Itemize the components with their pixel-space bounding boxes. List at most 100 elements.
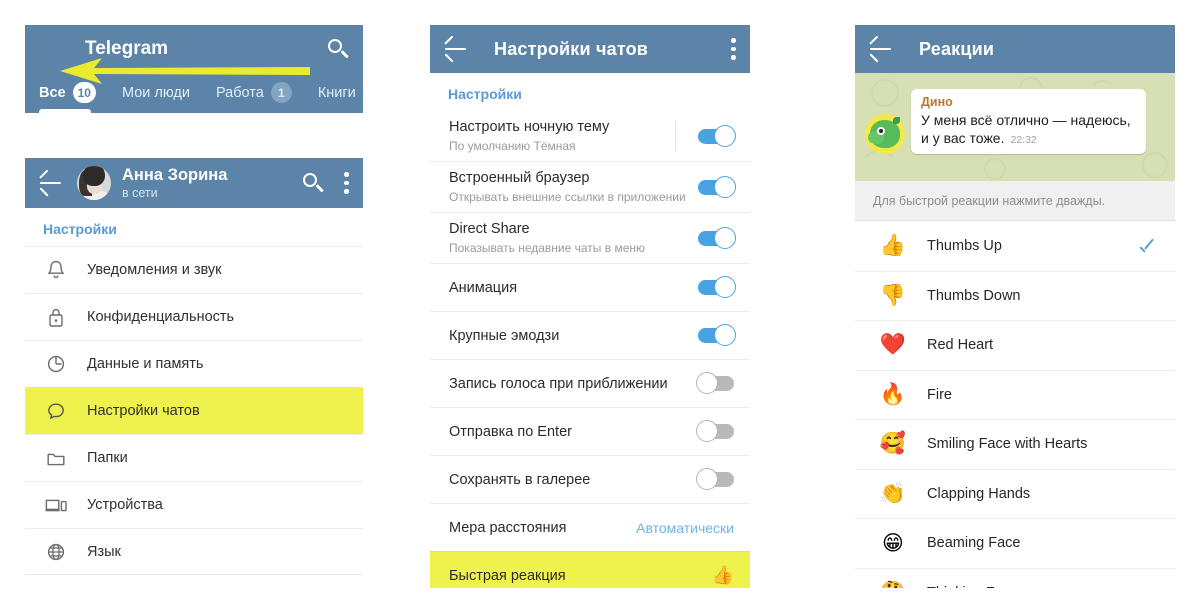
setting-title: Настроить ночную тему <box>449 119 610 135</box>
setting-row-send-by-enter[interactable]: Отправка по Enter <box>430 407 750 456</box>
setting-row-night-theme[interactable]: Настроить ночную тему По умолчанию Тёмна… <box>430 111 750 162</box>
globe-icon <box>43 539 69 565</box>
sidebar-item-language[interactable]: Язык <box>25 528 363 574</box>
app-title: Telegram <box>85 38 169 59</box>
screenshot-root: Telegram Все 10 Мои люди Работа 1 Книги <box>0 0 1200 600</box>
sidebar-item-label: Уведомления и звук <box>87 262 222 278</box>
thumbs-up-icon: 👍 <box>711 565 734 586</box>
toggle-inapp-browser[interactable] <box>698 175 736 198</box>
smiling-face-with-hearts-icon: 🥰 <box>879 432 907 456</box>
reaction-label: Fire <box>927 386 952 403</box>
sidebar-item-notifications[interactable]: Уведомления и звук <box>25 246 363 293</box>
profile-status: в сети <box>122 185 158 200</box>
toggle-raise-to-speak[interactable] <box>696 372 734 395</box>
sidebar-item-folders[interactable]: Папки <box>25 434 363 481</box>
chat-settings-panel: Настройки чатов Настройки Настроить ночн… <box>430 25 750 588</box>
setting-row-raise-to-speak[interactable]: Запись голоса при приближении <box>430 359 750 408</box>
setting-row-animation[interactable]: Анимация <box>430 263 750 312</box>
reaction-row-red-heart[interactable]: ❤️ Red Heart <box>855 320 1175 370</box>
sidebar-item-label: Настройки чатов <box>87 403 200 419</box>
tab-all[interactable]: Все 10 <box>39 73 96 107</box>
reaction-label: Beaming Face <box>927 535 1021 552</box>
setting-row-save-to-gallery[interactable]: Сохранять в галерее <box>430 455 750 504</box>
sidebar-item-label: Данные и память <box>87 356 204 372</box>
setting-title: Быстрая реакция <box>449 567 566 584</box>
back-arrow-icon[interactable] <box>869 35 893 64</box>
toggle-large-emoji[interactable] <box>698 324 736 347</box>
reaction-row-thumbs-up[interactable]: 👍 Thumbs Up <box>855 221 1175 271</box>
sidebar-item-label: Конфиденциальность <box>87 309 235 325</box>
tab-work[interactable]: Работа 1 <box>216 73 292 107</box>
sidebar-item-chat-settings[interactable]: Настройки чатов <box>25 387 363 434</box>
avatar[interactable] <box>77 166 111 200</box>
kebab-menu-icon[interactable] <box>731 38 736 60</box>
search-icon[interactable] <box>327 38 349 60</box>
setting-row-inapp-browser[interactable]: Встроенный браузер Открывать внешние ссы… <box>430 161 750 213</box>
reaction-row-fire[interactable]: 🔥 Fire <box>855 369 1175 419</box>
bell-icon <box>43 257 69 283</box>
tab-label: Книги <box>317 84 356 101</box>
profile-settings-panel: Анна Зорина в сети Настройки Уведомления… <box>25 158 363 575</box>
setting-row-direct-share[interactable]: Direct Share Показывать недавние чаты в … <box>430 212 750 264</box>
kebab-menu-icon[interactable] <box>344 172 349 194</box>
toggle-direct-share[interactable] <box>698 226 736 249</box>
thumbs-up-icon: 👍 <box>879 233 907 257</box>
reaction-label: Clapping Hands <box>927 485 1031 502</box>
setting-title: Крупные эмодзи <box>449 327 560 344</box>
setting-title: Анимация <box>449 279 518 296</box>
tab-badge: 1 <box>270 82 292 103</box>
tab-label: Работа <box>215 84 264 101</box>
toggle-send-by-enter[interactable] <box>696 420 734 443</box>
toggle-night-theme[interactable] <box>698 124 736 147</box>
tab-label: Все <box>39 84 66 101</box>
devices-icon <box>43 492 69 518</box>
toggle-save-to-gallery[interactable] <box>696 468 734 491</box>
reaction-label: Smiling Face with Hearts <box>927 436 1088 453</box>
back-arrow-icon[interactable] <box>39 169 63 198</box>
red-heart-icon: ❤️ <box>879 333 907 357</box>
setting-row-distance-units[interactable]: Мера расстояния Автоматически <box>430 503 750 552</box>
profile-name: Анна Зорина <box>122 165 228 184</box>
reaction-row-smiling-face-with-hearts[interactable]: 🥰 Smiling Face with Hearts <box>855 419 1175 469</box>
hamburger-icon[interactable] <box>39 39 65 59</box>
clock-pie-icon <box>43 351 69 377</box>
reaction-row-beaming-face[interactable]: 😁 Beaming Face <box>855 518 1175 568</box>
back-arrow-icon[interactable] <box>444 35 468 64</box>
reactions-appbar: Реакции <box>855 25 1175 73</box>
reaction-row-clapping-hands[interactable]: 👏 Clapping Hands <box>855 468 1175 518</box>
setting-title: Отправка по Enter <box>449 423 572 440</box>
toggle-animation[interactable] <box>698 276 736 299</box>
chatlist-appbar: Telegram <box>25 25 363 73</box>
tab-my-people[interactable]: Мои люди <box>122 73 190 107</box>
page-title: Настройки чатов <box>494 38 649 59</box>
reaction-row-thumbs-down[interactable]: 👎 Thumbs Down <box>855 270 1175 320</box>
tab-books[interactable]: Книги <box>318 73 356 107</box>
sidebar-item-devices[interactable]: Устройства <box>25 481 363 528</box>
reaction-row-thinking-face[interactable]: 🤔 Thinking Face <box>855 567 1175 588</box>
folder-icon <box>43 445 69 471</box>
setting-value: Автоматически <box>636 519 734 536</box>
dino-avatar <box>865 113 905 154</box>
message-text: У меня всё отлично — надеюсь, и у вас то… <box>921 111 1137 148</box>
sidebar-item-data-storage[interactable]: Данные и память <box>25 340 363 387</box>
message-time: 22:32 <box>1010 134 1037 147</box>
fire-icon: 🔥 <box>879 382 907 406</box>
reaction-label: Thumbs Up <box>927 237 1002 254</box>
setting-row-quick-reaction[interactable]: Быстрая реакция 👍 <box>430 551 750 588</box>
settings-section-title: Настройки <box>43 221 117 237</box>
sidebar-item-label: Устройства <box>87 497 163 513</box>
lock-icon <box>43 304 69 330</box>
row-divider <box>675 121 676 152</box>
page-title: Реакции <box>919 38 995 59</box>
tab-label: Мои люди <box>121 84 190 101</box>
setting-title: Direct Share <box>449 221 530 238</box>
chat-bubble-icon <box>43 398 69 424</box>
search-icon[interactable] <box>302 172 324 194</box>
thumbs-down-icon: 👎 <box>879 283 907 307</box>
reaction-label: Thinking Face <box>927 585 1157 588</box>
message-bubble[interactable]: Дино У меня всё отлично — надеюсь, и у в… <box>911 89 1146 154</box>
chat-folder-tabs: Все 10 Мои люди Работа 1 Книги <box>25 73 363 113</box>
setting-row-large-emoji[interactable]: Крупные эмодзи <box>430 311 750 360</box>
quick-reaction-hint: Для быстрой реакции нажмите дважды. <box>855 181 1175 221</box>
sidebar-item-privacy[interactable]: Конфиденциальность <box>25 293 363 340</box>
